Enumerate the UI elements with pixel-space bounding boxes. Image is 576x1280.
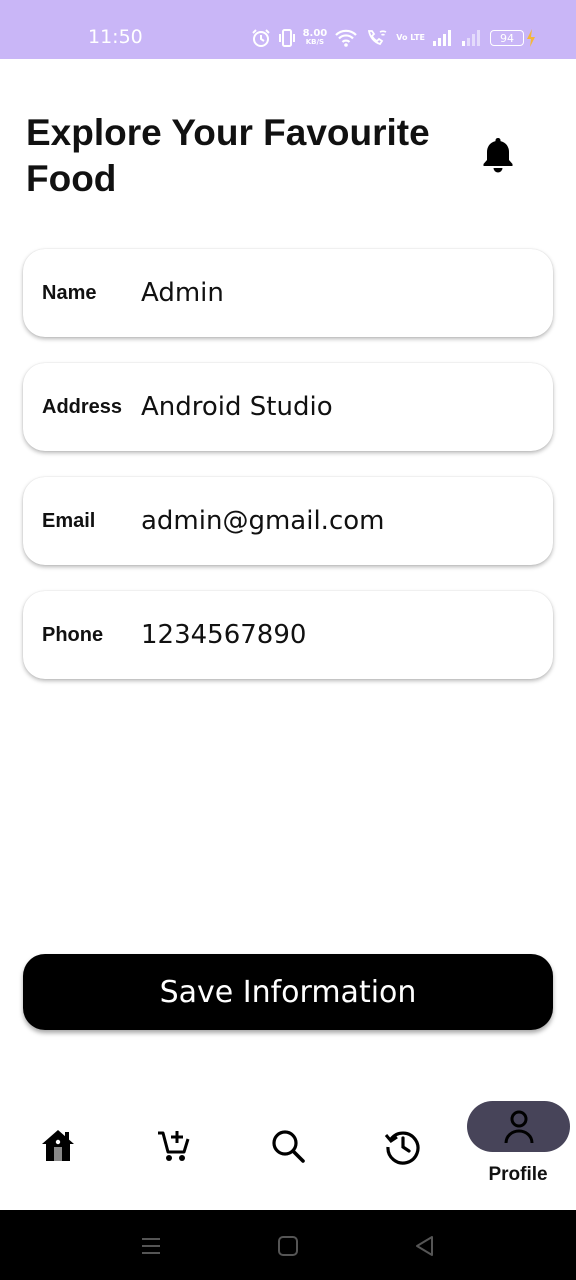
menu-icon[interactable]: [137, 1232, 165, 1260]
charging-icon: [527, 29, 535, 47]
address-card[interactable]: Address Android Studio: [23, 363, 553, 451]
page-title: Explore Your Favourite Food: [26, 112, 430, 199]
vibrate-icon: [278, 29, 295, 47]
bell-icon[interactable]: [480, 135, 516, 175]
name-label: Name: [42, 281, 97, 304]
nav-profile[interactable]: [467, 1101, 570, 1152]
nav-profile-label[interactable]: Profile: [470, 1164, 566, 1186]
signal-icon-2: [462, 30, 480, 46]
address-label: Address: [42, 395, 123, 418]
email-field[interactable]: admin@gmail.com: [141, 477, 384, 565]
wifi-calling-icon: [368, 30, 387, 46]
network-speed: 8.00 KB/S: [302, 28, 328, 47]
name-card[interactable]: Name Admin: [23, 249, 553, 337]
email-card[interactable]: Email admin@gmail.com: [23, 477, 553, 565]
name-field[interactable]: Admin: [141, 249, 224, 337]
phone-card[interactable]: Phone 1234567890: [23, 591, 553, 679]
status-time: 11:50: [88, 26, 143, 48]
history-icon: [384, 1131, 420, 1165]
email-label: Email: [42, 509, 96, 532]
status-icons: 8.00 KB/S Vo LTE 94: [251, 26, 536, 50]
battery-indicator: 94: [490, 29, 536, 47]
nav-home[interactable]: [37, 1125, 79, 1167]
phone-field[interactable]: 1234567890: [141, 591, 306, 679]
cart-add-icon: [158, 1131, 190, 1161]
wifi-icon: [335, 29, 358, 47]
home-square-icon[interactable]: [274, 1232, 302, 1260]
save-information-button[interactable]: Save Information: [23, 954, 553, 1030]
battery-level: 94: [490, 30, 524, 46]
signal-icon-1: [433, 30, 451, 46]
profile-icon: [504, 1110, 533, 1143]
nav-cart[interactable]: [153, 1125, 195, 1167]
status-bar: 11:50 8.00 KB/S Vo LTE 94: [0, 0, 576, 59]
back-triangle-icon[interactable]: [411, 1232, 439, 1260]
home-icon: [42, 1130, 74, 1161]
volte-indicator: Vo LTE: [396, 33, 425, 42]
phone-label: Phone: [42, 623, 104, 646]
nav-search[interactable]: [267, 1125, 309, 1167]
search-icon: [272, 1130, 305, 1163]
nav-history[interactable]: [382, 1125, 424, 1167]
system-nav-bar: [0, 1210, 576, 1280]
address-field[interactable]: Android Studio: [141, 363, 333, 451]
alarm-icon: [251, 29, 270, 47]
